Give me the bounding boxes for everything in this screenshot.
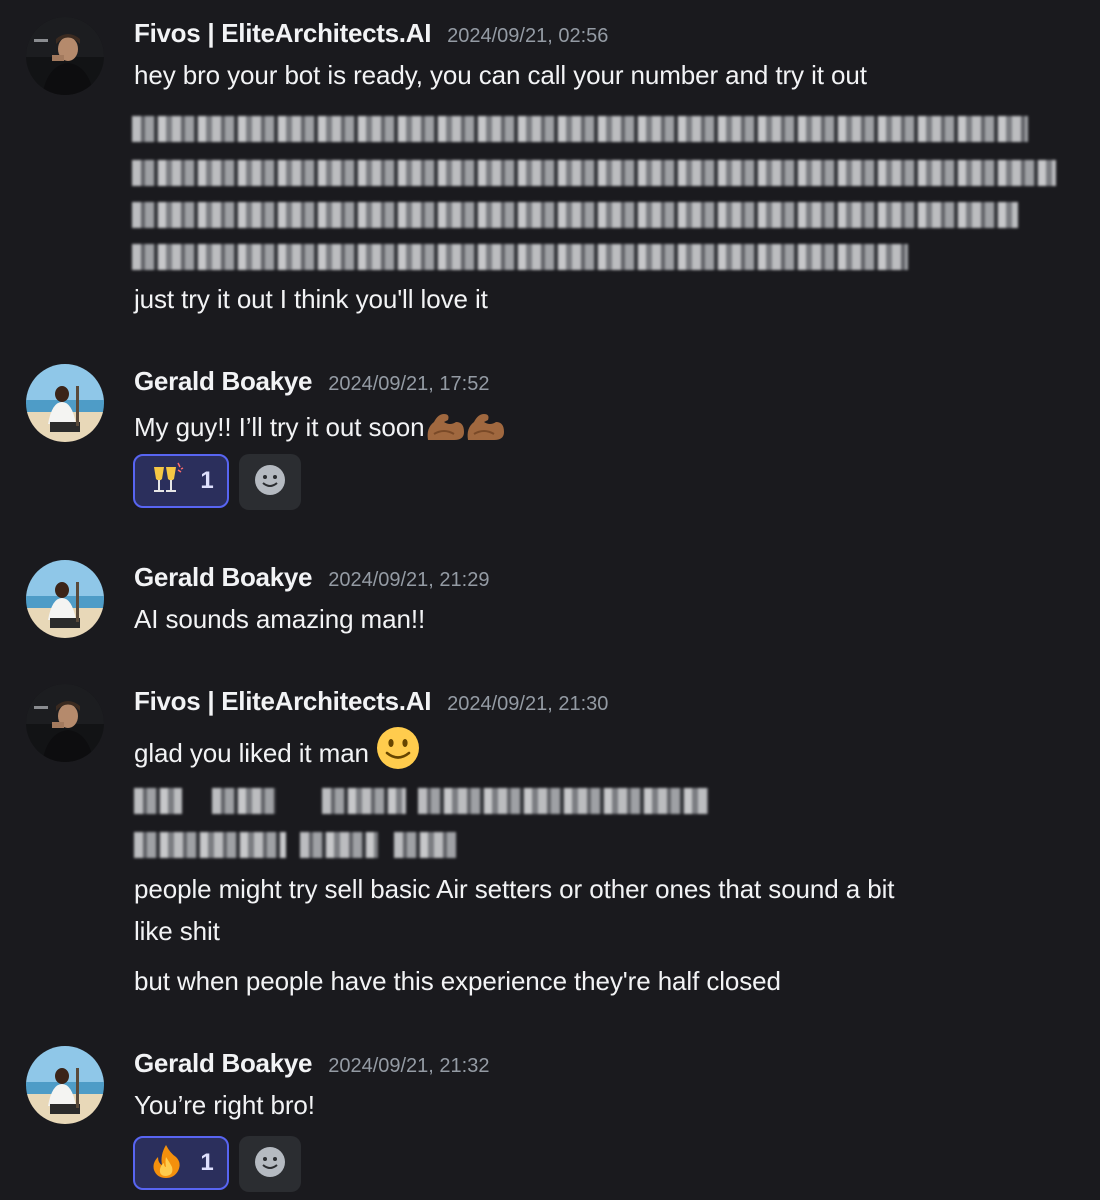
avatar[interactable]	[26, 17, 104, 95]
avatar[interactable]	[26, 684, 104, 762]
username[interactable]: Gerald Boakye	[134, 562, 313, 593]
smiley-icon	[253, 1145, 287, 1184]
timestamp[interactable]: 2024/09/21, 21:29	[328, 569, 489, 592]
timestamp[interactable]: 2024/09/21, 17:52	[328, 373, 489, 396]
username[interactable]: Fivos | EliteArchitects.AI	[134, 686, 431, 717]
message-header: Gerald Boakye 2024/09/21, 21:29	[134, 562, 489, 596]
message-text: people might try sell basic Air setters …	[134, 874, 895, 904]
timestamp[interactable]: 2024/09/21, 21:30	[447, 693, 608, 716]
message-text: My guy!! I’ll try it out soon	[134, 408, 508, 451]
message-text: like shit	[134, 916, 220, 946]
timestamp[interactable]: 2024/09/21, 21:32	[328, 1055, 489, 1078]
message-text-content: glad you liked it man	[134, 738, 369, 768]
smiley-icon	[253, 463, 287, 502]
message-text-content: My guy!! I’ll try it out soon	[134, 412, 425, 442]
fire-icon	[148, 1143, 184, 1184]
message-text: AI sounds amazing man!!	[134, 604, 426, 634]
message-text: but when people have this experience the…	[134, 966, 781, 996]
flexed-biceps-icon	[424, 408, 508, 451]
username[interactable]: Gerald Boakye	[134, 1048, 313, 1079]
message-header: Fivos | EliteArchitects.AI 2024/09/21, 0…	[134, 18, 608, 52]
reaction-bar: 1	[133, 454, 301, 510]
chat-log: Fivos | EliteArchitects.AI 2024/09/21, 0…	[0, 0, 1100, 1200]
message-text: just try it out I think you'll love it	[134, 284, 488, 314]
message-header: Gerald Boakye 2024/09/21, 17:52	[134, 366, 489, 400]
clinking-glasses-icon	[148, 461, 184, 502]
username[interactable]: Gerald Boakye	[134, 366, 313, 397]
add-reaction-button[interactable]	[239, 1136, 301, 1192]
message-text: You’re right bro!	[134, 1090, 315, 1120]
slightly-smiling-face-icon	[376, 726, 420, 777]
reaction-count: 1	[200, 467, 214, 494]
reaction-fire[interactable]: 1	[133, 1136, 229, 1190]
timestamp[interactable]: 2024/09/21, 02:56	[447, 25, 608, 48]
message-header: Gerald Boakye 2024/09/21, 21:32	[134, 1048, 489, 1082]
add-reaction-button[interactable]	[239, 454, 301, 510]
username[interactable]: Fivos | EliteArchitects.AI	[134, 18, 431, 49]
message-header: Fivos | EliteArchitects.AI 2024/09/21, 2…	[134, 686, 608, 720]
avatar[interactable]	[26, 560, 104, 638]
reaction-count: 1	[200, 1149, 214, 1176]
avatar[interactable]	[26, 364, 104, 442]
reaction-bar: 1	[133, 1136, 301, 1192]
message-text: hey bro your bot is ready, you can call …	[134, 60, 867, 90]
reaction-clinking-glasses[interactable]: 1	[133, 454, 229, 508]
message-text: glad you liked it man	[134, 726, 420, 777]
avatar[interactable]	[26, 1046, 104, 1124]
